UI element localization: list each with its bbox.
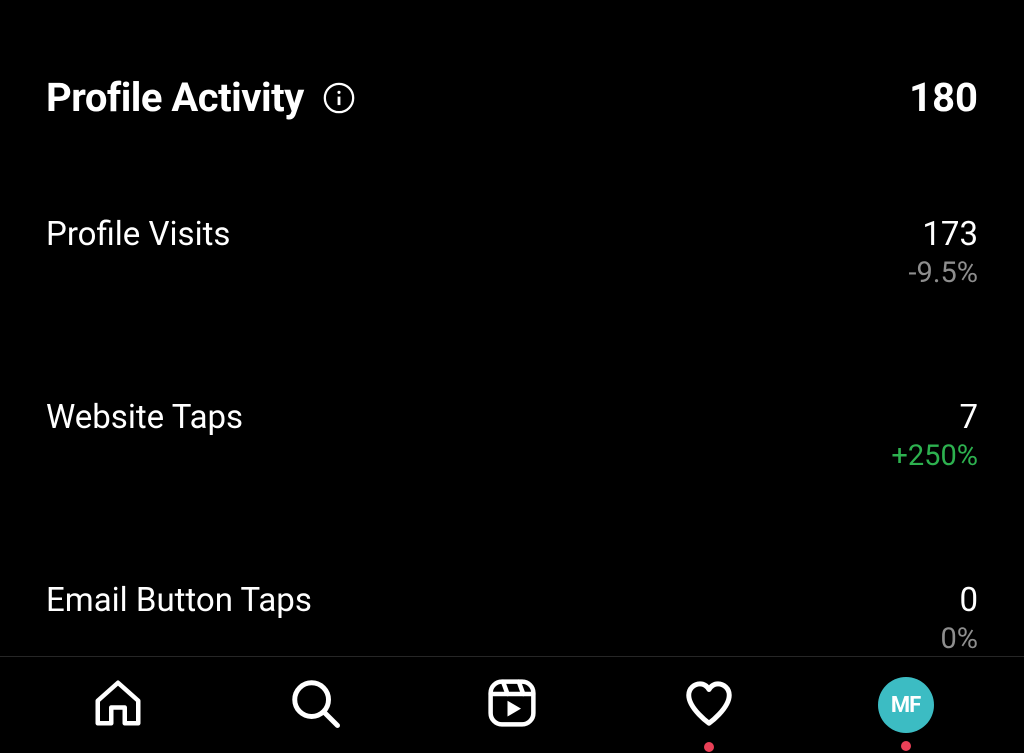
search-icon [288,676,342,734]
nav-home[interactable] [88,676,148,734]
metric-change: +250% [891,439,978,473]
header-row: Profile Activity 180 [46,74,978,121]
metric-value: 7 [959,398,978,437]
metric-label: Profile Visits [46,215,230,254]
home-icon [91,676,145,734]
reels-icon [485,676,539,734]
metric-label: Website Taps [46,398,243,437]
info-icon[interactable] [322,81,356,115]
metric-change: 0% [940,622,978,656]
avatar-initials: MF [891,693,920,718]
heart-icon [682,676,736,734]
header-left: Profile Activity [46,74,356,121]
section-title: Profile Activity [46,74,304,121]
metric-change: -9.5% [909,256,979,290]
nav-activity[interactable] [679,676,739,734]
metric-values: 7 +250% [891,398,978,473]
metric-value: 0 [959,581,978,620]
bottom-nav-bar: MF [0,656,1024,753]
nav-profile[interactable]: MF [876,677,936,733]
profile-activity-section: Profile Activity 180 Profile Visits 173 … [0,0,1024,656]
nav-reels[interactable] [482,676,542,734]
metric-row-profile-visits: Profile Visits 173 -9.5% [46,215,978,290]
metric-row-website-taps: Website Taps 7 +250% [46,398,978,473]
metric-label: Email Button Taps [46,581,312,620]
metric-values: 0 0% [940,581,978,656]
section-total-value: 180 [909,74,978,121]
metric-value: 173 [922,215,978,254]
metric-row-email-taps: Email Button Taps 0 0% [46,581,978,656]
notification-dot [704,742,714,752]
nav-search[interactable] [285,676,345,734]
metric-values: 173 -9.5% [909,215,979,290]
avatar: MF [878,677,934,733]
